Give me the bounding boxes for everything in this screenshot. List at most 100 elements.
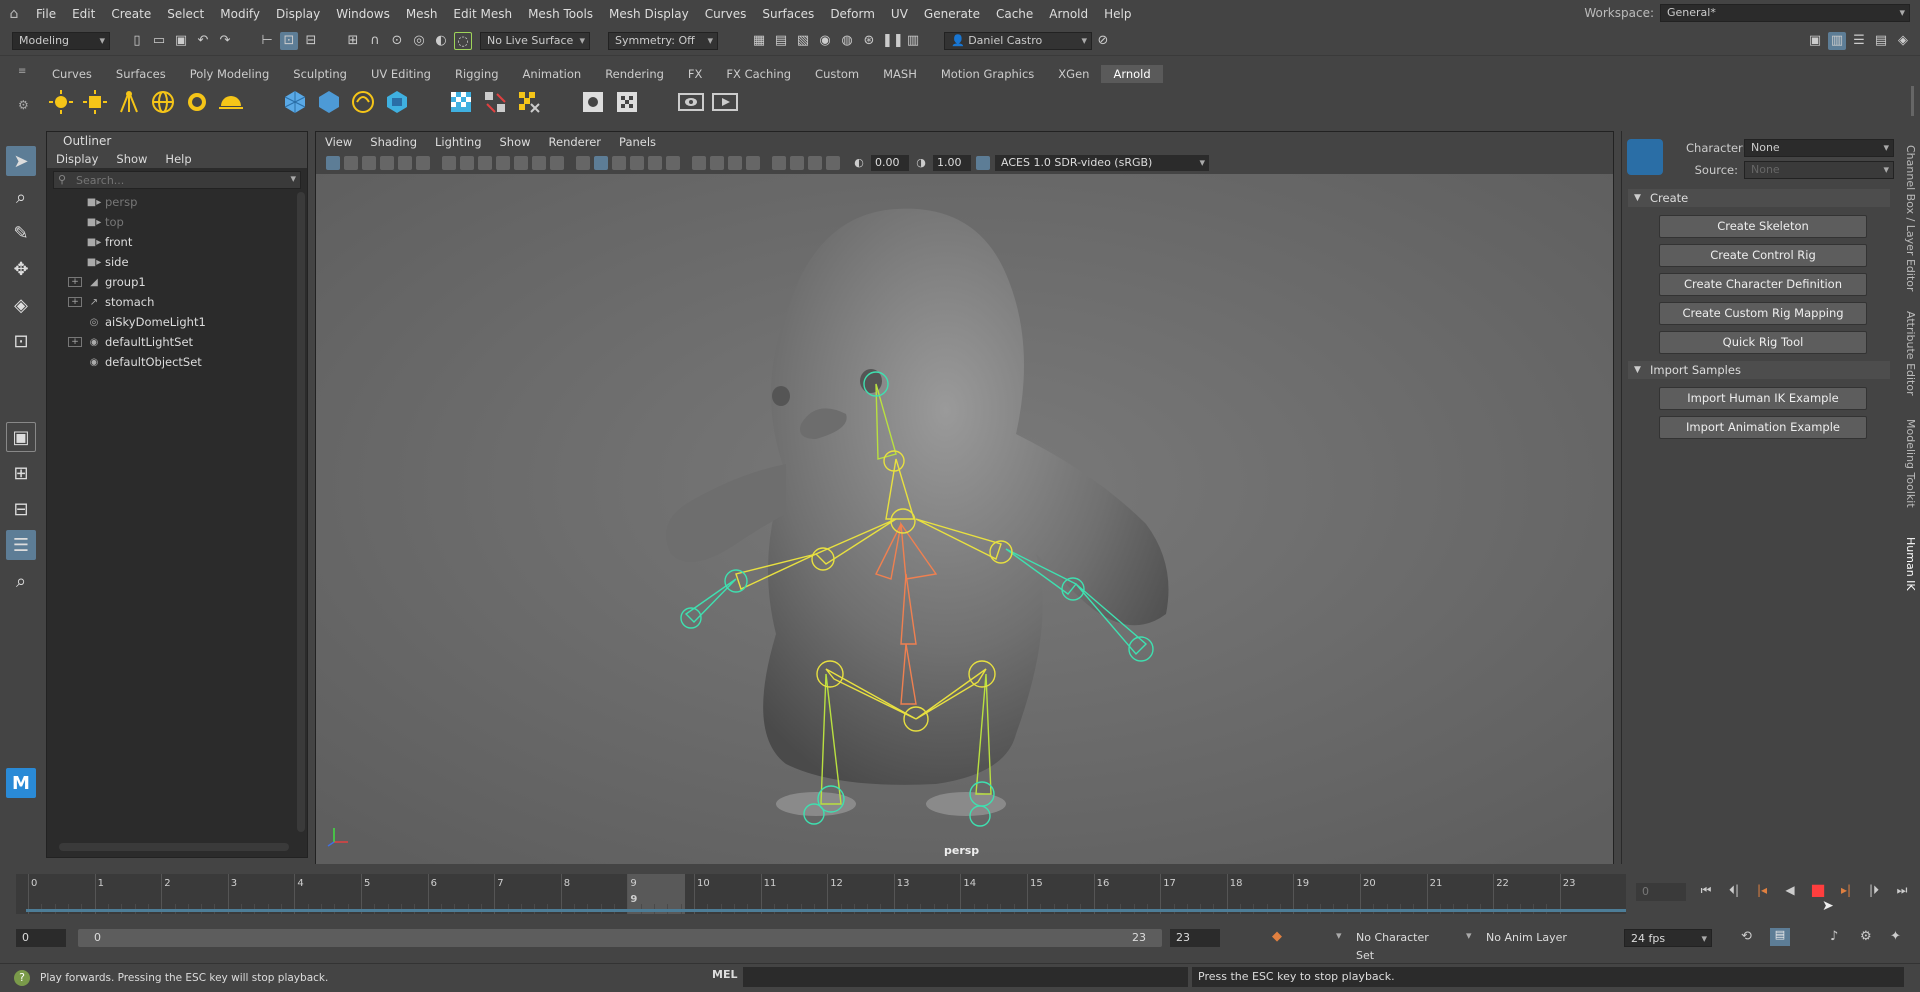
move-tool-icon[interactable]: ✥ [6, 254, 36, 284]
character-set-dropdown[interactable]: No Character Set [1350, 929, 1456, 962]
quick-rig-tool-button[interactable]: Quick Rig Tool [1659, 331, 1867, 354]
menu-surfaces[interactable]: Surfaces [754, 7, 822, 21]
outliner-item[interactable]: ◎ aiSkyDomeLight1 [47, 312, 307, 332]
viewport-menu-view[interactable]: View [316, 132, 361, 152]
sound-icon[interactable]: ♪ [1830, 929, 1838, 944]
select-hierarchy-icon[interactable]: ⊢ [258, 32, 276, 50]
render-frame-icon[interactable]: ▤ [772, 32, 790, 50]
fps-dropdown[interactable]: 24 fps [1624, 929, 1712, 948]
create-character-definition-button[interactable]: Create Character Definition [1659, 273, 1867, 296]
shelf-settings-icon[interactable]: ⚙ [18, 98, 29, 112]
menu-display[interactable]: Display [268, 7, 328, 21]
arnold-photometric-light-icon[interactable] [149, 88, 177, 116]
animation-start-field[interactable]: 0 [16, 929, 66, 947]
outliner-item[interactable]: ■▸ top [47, 212, 307, 232]
arnold-standin-icon[interactable] [281, 88, 309, 116]
step-back-frame-icon[interactable]: ⏴| [1720, 880, 1748, 900]
arnold-curve-icon[interactable] [349, 88, 377, 116]
menu-modify[interactable]: Modify [212, 7, 268, 21]
field-chart-icon[interactable] [514, 156, 528, 170]
select-tool-icon[interactable]: ➤ [6, 146, 36, 176]
hypershade-icon[interactable]: ◍ [838, 32, 856, 50]
view-transform-dropdown[interactable]: ACES 1.0 SDR-video (sRGB) ▾ [995, 155, 1209, 171]
shelf-tab-sculpting[interactable]: Sculpting [281, 65, 359, 83]
arnold-mesh-light-icon[interactable] [183, 88, 211, 116]
smooth-shade-icon[interactable] [594, 156, 608, 170]
anim-prefs-icon[interactable]: ⚙ [1860, 929, 1872, 944]
menu-uv[interactable]: UV [883, 7, 916, 21]
four-pane-layout-icon[interactable]: ⊞ [6, 458, 36, 488]
viewport-menu-renderer[interactable]: Renderer [540, 132, 611, 152]
menuset-dropdown[interactable]: Modeling [12, 32, 110, 50]
side-tab-channel-box[interactable]: Channel Box / Layer Editor [1904, 145, 1917, 292]
shelf-tab-uv-editing[interactable]: UV Editing [359, 65, 443, 83]
shelf-tab-xgen[interactable]: XGen [1046, 65, 1101, 83]
textured-icon[interactable] [630, 156, 644, 170]
lasso-tool-icon[interactable]: ⌕ [6, 182, 36, 212]
shelf-tab-mash[interactable]: MASH [871, 65, 929, 83]
outliner-menu-show[interactable]: Show [107, 150, 156, 168]
bookmark-icon[interactable] [362, 156, 376, 170]
menu-mesh[interactable]: Mesh [398, 7, 446, 21]
import-human-ik-example-button[interactable]: Import Human IK Example [1659, 387, 1867, 410]
render-snapshot-icon[interactable] [613, 88, 641, 116]
two-d-pan-icon[interactable] [398, 156, 412, 170]
mel-language-toggle[interactable]: MEL [712, 968, 737, 981]
grid-toggle-icon[interactable] [442, 156, 456, 170]
image-plane-icon[interactable] [380, 156, 394, 170]
menu-select[interactable]: Select [159, 7, 212, 21]
arnold-render-icon[interactable]: ⊛ [860, 32, 878, 50]
create-custom-rig-mapping-button[interactable]: Create Custom Rig Mapping [1659, 302, 1867, 325]
camera-attributes-icon[interactable] [344, 156, 358, 170]
open-scene-icon[interactable]: ▭ [150, 32, 168, 50]
home-icon[interactable]: ⌂ [0, 6, 28, 22]
menu-arnold[interactable]: Arnold [1041, 7, 1096, 21]
search-filter-icon[interactable]: ⚲ [58, 173, 66, 186]
snap-point-icon[interactable]: ⊙ [388, 32, 406, 50]
help-icon[interactable]: ? [14, 970, 30, 986]
depth-of-field-icon[interactable] [746, 156, 760, 170]
grease-pencil-icon[interactable] [416, 156, 430, 170]
shelf-tab-rigging[interactable]: Rigging [443, 65, 511, 83]
viewport-menu-shading[interactable]: Shading [361, 132, 426, 152]
menu-windows[interactable]: Windows [328, 7, 398, 21]
two-pane-layout-icon[interactable]: ⊟ [6, 494, 36, 524]
shelf-tab-custom[interactable]: Custom [803, 65, 871, 83]
user-account-dropdown[interactable]: 👤 Daniel Castro [944, 32, 1092, 50]
side-tab-human-ik[interactable]: Human IK [1904, 537, 1917, 591]
character-controls-icon[interactable]: ✦ [1890, 929, 1901, 944]
snap-curve-icon[interactable]: ∩ [366, 32, 384, 50]
shadows-icon[interactable] [666, 156, 680, 170]
shelf-tab-fx[interactable]: FX [676, 65, 715, 83]
anim-layer-dropdown[interactable]: No Anim Layer [1480, 929, 1590, 947]
outliner-menu-display[interactable]: Display [47, 150, 107, 168]
time-slider[interactable]: 0 1 2 3 4 5 6 7 8 9 10 11 12 13 14 15 16 17 18 19 20 21 22 23 9 [16, 874, 1626, 914]
snap-grid-icon[interactable]: ⊞ [344, 32, 362, 50]
layout-attribute-icon[interactable]: ▤ [1872, 32, 1890, 50]
ipr-render-icon[interactable]: ▧ [794, 32, 812, 50]
outliner-menu-help[interactable]: Help [156, 150, 200, 168]
expand-icon[interactable]: + [68, 337, 82, 347]
outliner-item[interactable]: + ↗ stomach [47, 292, 307, 312]
animation-end-field[interactable]: 23 [1170, 929, 1220, 947]
outliner-hscrollbar[interactable] [59, 843, 289, 851]
rotate-tool-icon[interactable]: ◈ [6, 290, 36, 320]
shelf-tab-rendering[interactable]: Rendering [593, 65, 676, 83]
snap-live-icon[interactable]: ◌ [454, 32, 472, 50]
wireframe-on-shaded-icon[interactable] [612, 156, 626, 170]
xray-joints-icon[interactable] [808, 156, 822, 170]
command-line-input[interactable] [743, 967, 1188, 987]
redo-icon[interactable]: ↷ [216, 32, 234, 50]
gate-mask-icon[interactable] [496, 156, 510, 170]
safe-action-icon[interactable] [532, 156, 546, 170]
screen-space-ao-icon[interactable] [692, 156, 706, 170]
camera-select-icon[interactable] [326, 156, 340, 170]
help-search-icon[interactable]: ⊘ [1094, 32, 1112, 50]
shelf-tab-fx-caching[interactable]: FX Caching [714, 65, 803, 83]
layout-channel-icon[interactable]: ☰ [1850, 32, 1868, 50]
step-back-key-icon[interactable]: |◂ [1748, 880, 1776, 900]
menu-edit[interactable]: Edit [64, 7, 103, 21]
create-control-rig-button[interactable]: Create Control Rig [1659, 244, 1867, 267]
single-pane-layout-icon[interactable]: ▣ [6, 422, 36, 452]
viewport-menu-show[interactable]: Show [491, 132, 540, 152]
